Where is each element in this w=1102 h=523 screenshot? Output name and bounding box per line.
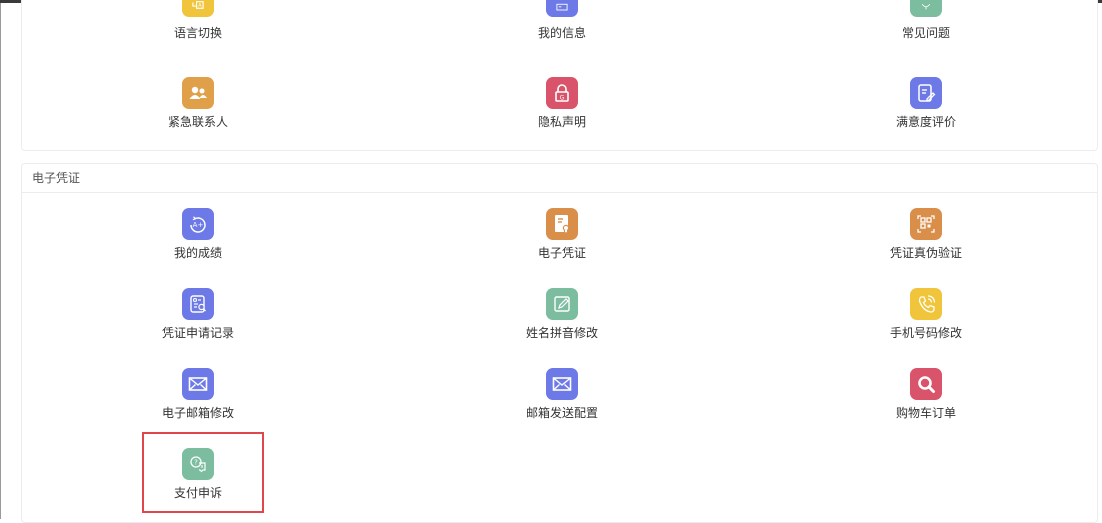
item-name-pinyin[interactable]: 姓名拼音修改 bbox=[482, 288, 642, 340]
language-icon: A bbox=[182, 0, 214, 17]
item-my-info[interactable]: 我的信息 bbox=[482, 0, 642, 40]
item-faq[interactable]: 常见问题 bbox=[846, 0, 1006, 40]
section-title: 电子凭证 bbox=[22, 164, 1097, 193]
item-emergency-contacts[interactable]: 紧急联系人 bbox=[118, 77, 278, 129]
item-name-pinyin-label: 姓名拼音修改 bbox=[525, 326, 598, 340]
item-application-records[interactable]: 凭证申请记录 bbox=[118, 288, 278, 340]
item-satisfaction-label: 满意度评价 bbox=[895, 115, 956, 129]
item-email-change[interactable]: 电子邮箱修改 bbox=[118, 368, 278, 420]
item-cart-orders-label: 购物车订单 bbox=[895, 406, 956, 420]
left-edge-line bbox=[0, 3, 1, 519]
grade-icon: A+ bbox=[182, 208, 214, 240]
item-privacy[interactable]: G 隐私声明 bbox=[482, 77, 642, 129]
item-language-label: 语言切换 bbox=[173, 26, 222, 40]
contacts-icon bbox=[182, 77, 214, 109]
edit-icon bbox=[546, 288, 578, 320]
svg-text:A: A bbox=[198, 3, 202, 9]
svg-text:A+: A+ bbox=[193, 221, 204, 229]
item-satisfaction[interactable]: 满意度评价 bbox=[846, 77, 1006, 129]
item-cart-orders[interactable]: 购物车订单 bbox=[846, 368, 1006, 420]
settings-card: A 语言切换 我的信息 常见问题 紧急联系人 G 隐私声明 满意度评价 bbox=[21, 0, 1098, 151]
item-language[interactable]: A 语言切换 bbox=[118, 0, 278, 40]
item-my-grades[interactable]: A+ 我的成绩 bbox=[118, 208, 278, 260]
search-icon bbox=[910, 368, 942, 400]
item-my-info-label: 我的信息 bbox=[537, 26, 586, 40]
lock-icon: G bbox=[546, 77, 578, 109]
certificate-icon bbox=[546, 208, 578, 240]
item-verify-certificate-label: 凭证真伪验证 bbox=[889, 246, 962, 260]
qr-verify-icon bbox=[910, 208, 942, 240]
item-verify-certificate[interactable]: 凭证真伪验证 bbox=[846, 208, 1006, 260]
application-record-icon bbox=[182, 288, 214, 320]
item-mail-config-label: 邮箱发送配置 bbox=[525, 406, 598, 420]
item-privacy-label: 隐私声明 bbox=[537, 115, 586, 129]
item-mail-config[interactable]: 邮箱发送配置 bbox=[482, 368, 642, 420]
item-phone-change[interactable]: 手机号码修改 bbox=[846, 288, 1006, 340]
item-my-grades-label: 我的成绩 bbox=[173, 246, 222, 260]
mail-icon bbox=[182, 368, 214, 400]
item-phone-change-label: 手机号码修改 bbox=[889, 326, 962, 340]
mail-send-icon bbox=[546, 368, 578, 400]
highlight-box bbox=[142, 432, 264, 513]
item-e-certificate-label: 电子凭证 bbox=[537, 246, 586, 260]
faq-icon bbox=[910, 0, 942, 17]
item-e-certificate[interactable]: 电子凭证 bbox=[482, 208, 642, 260]
item-faq-label: 常见问题 bbox=[901, 26, 950, 40]
item-application-records-label: 凭证申请记录 bbox=[161, 326, 234, 340]
svg-text:G: G bbox=[560, 95, 565, 102]
phone-icon bbox=[910, 288, 942, 320]
user-info-icon bbox=[546, 0, 578, 17]
evaluation-icon bbox=[910, 77, 942, 109]
item-emergency-contacts-label: 紧急联系人 bbox=[167, 115, 228, 129]
item-email-change-label: 电子邮箱修改 bbox=[161, 406, 234, 420]
